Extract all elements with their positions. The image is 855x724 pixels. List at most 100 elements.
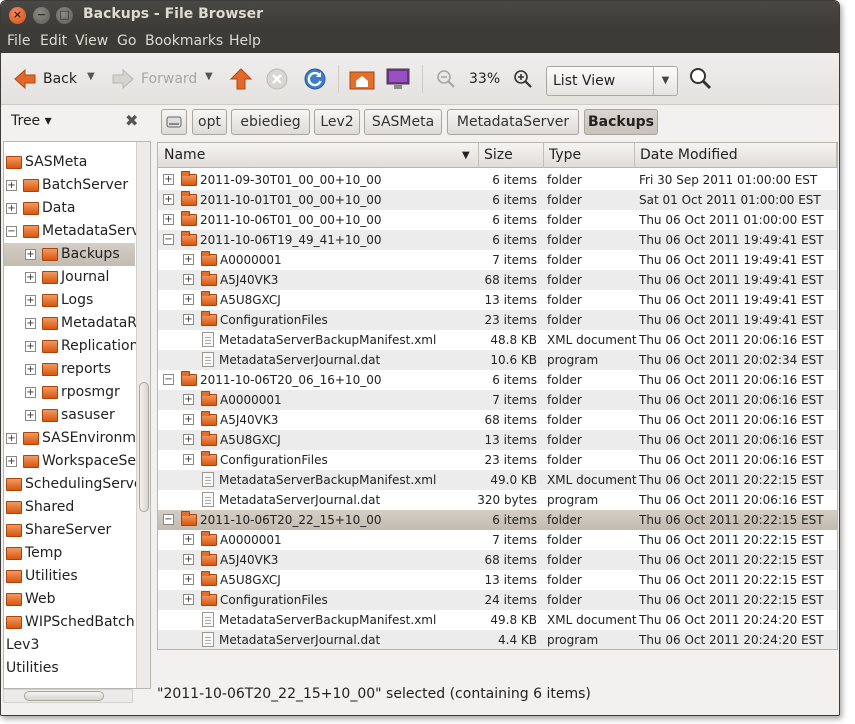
tree-sidebar[interactable]: SASMeta + BatchServer + Data − MetadataServ + Ba… <box>3 141 151 689</box>
menu-help[interactable]: Help <box>229 33 261 49</box>
file-row[interactable]: + A5U8GXCJ 13 items folder Thu 06 Oct 2011 2… <box>158 430 837 450</box>
forward-button[interactable]: Forward <box>111 66 197 92</box>
file-row[interactable]: +2011-10-06T01_00_00+10_00 6 items folder T… <box>158 210 837 230</box>
file-row[interactable]: + ConfigurationFiles 23 items folder Thu 06 … <box>158 450 837 470</box>
sidebar-view-selector[interactable]: Tree ▾ <box>11 113 52 129</box>
expand-icon[interactable]: + <box>25 387 36 398</box>
maximize-window-button[interactable]: □ <box>56 7 73 24</box>
file-row[interactable]: + ConfigurationFiles 23 items folder Thu 06 … <box>158 310 837 330</box>
expand-icon[interactable]: + <box>183 434 194 445</box>
path-crumb-lev2[interactable]: Lev2 <box>314 109 360 135</box>
file-row[interactable]: + A5U8GXCJ 13 items folder Thu 06 Oct 2011 2… <box>158 570 837 590</box>
back-button[interactable]: Back <box>13 66 77 92</box>
expand-icon[interactable]: + <box>183 534 194 545</box>
expand-icon[interactable]: + <box>25 272 36 283</box>
file-row[interactable]: + A5J40VK3 68 items folder Thu 06 Oct 2011 2… <box>158 550 837 570</box>
expand-icon[interactable]: + <box>183 314 194 325</box>
expand-icon[interactable]: + <box>183 594 194 605</box>
collapse-icon[interactable]: − <box>163 234 174 245</box>
folder-icon <box>201 431 217 446</box>
expand-icon[interactable]: + <box>6 456 17 467</box>
file-row[interactable]: MetadataServerJournal.dat 4.4 KB program Th… <box>158 630 837 649</box>
collapse-icon[interactable]: − <box>6 226 17 237</box>
view-mode-select[interactable]: List View ▼ <box>546 66 678 96</box>
file-row[interactable]: MetadataServerBackupManifest.xml 49.8 KB X… <box>158 610 837 630</box>
zoom-out-button[interactable] <box>436 66 456 92</box>
collapse-icon[interactable]: − <box>163 514 174 525</box>
close-window-button[interactable]: × <box>9 7 26 24</box>
sidebar-item[interactable]: + Backups <box>4 243 135 266</box>
file-row[interactable]: − 2011-10-06T19_49_41+10_00 6 items folder T… <box>158 230 837 250</box>
expand-icon[interactable]: + <box>6 180 17 191</box>
expand-icon[interactable]: + <box>183 454 194 465</box>
sidebar-vertical-scrollbar[interactable] <box>136 142 150 688</box>
sidebar-scroll-thumb[interactable] <box>139 382 149 512</box>
file-row[interactable]: + A5U8GXCJ 13 items folder Thu 06 Oct 2011 1… <box>158 290 837 310</box>
expand-icon[interactable]: + <box>25 295 36 306</box>
expand-icon[interactable]: + <box>183 294 194 305</box>
file-row[interactable]: MetadataServerBackupManifest.xml 49.0 KB X… <box>158 470 837 490</box>
file-row[interactable]: + A0000001 7 items folder Thu 06 Oct 2011 20… <box>158 530 837 550</box>
column-header-type[interactable]: Type <box>549 147 581 163</box>
expand-icon[interactable]: + <box>163 214 174 225</box>
expand-icon[interactable]: + <box>25 364 36 375</box>
path-crumb-backups[interactable]: Backups <box>584 109 658 135</box>
menu-file[interactable]: File <box>7 33 30 49</box>
expand-icon[interactable]: + <box>6 433 17 444</box>
collapse-icon[interactable]: − <box>163 374 174 385</box>
file-row[interactable]: +2011-10-01T01_00_00+10_00 6 items folder S… <box>158 190 837 210</box>
expand-icon[interactable]: + <box>163 174 174 185</box>
file-row[interactable]: − 2011-10-06T20_06_16+10_00 6 items folder T… <box>158 370 837 390</box>
column-header-modified[interactable]: Date Modified <box>640 147 738 163</box>
stop-button[interactable] <box>266 66 288 92</box>
path-crumb-metadataserver[interactable]: MetadataServer <box>447 109 579 135</box>
file-row[interactable]: + A0000001 7 items folder Thu 06 Oct 2011 19… <box>158 250 837 270</box>
file-row[interactable]: + A5J40VK3 68 items folder Thu 06 Oct 2011 1… <box>158 270 837 290</box>
expand-icon[interactable]: + <box>183 394 194 405</box>
path-crumb-ebiedieg[interactable]: ebiedieg <box>231 109 310 135</box>
zoom-level[interactable]: 33% <box>469 66 500 92</box>
search-button[interactable] <box>689 66 713 92</box>
expand-icon[interactable]: + <box>25 341 36 352</box>
menu-go[interactable]: Go <box>117 33 136 49</box>
expand-icon[interactable]: + <box>25 249 36 260</box>
file-row[interactable]: + ConfigurationFiles 24 items folder Thu 06 … <box>158 590 837 610</box>
expand-icon[interactable]: + <box>6 203 17 214</box>
back-history-dropdown-icon[interactable]: ▼ <box>87 71 95 82</box>
column-header-size[interactable]: Size <box>484 147 513 163</box>
menu-bookmarks[interactable]: Bookmarks <box>145 33 223 49</box>
file-row[interactable]: +2011-09-30T01_00_00+10_00 6 items folder F… <box>158 170 837 190</box>
minimize-window-button[interactable]: − <box>33 7 50 24</box>
file-row[interactable]: + A5J40VK3 68 items folder Thu 06 Oct 2011 2… <box>158 410 837 430</box>
reload-button[interactable] <box>303 66 327 92</box>
expand-icon[interactable]: + <box>183 554 194 565</box>
expand-icon[interactable]: + <box>163 194 174 205</box>
column-header-name[interactable]: Name <box>164 147 205 163</box>
file-row[interactable]: + A0000001 7 items folder Thu 06 Oct 2011 20… <box>158 390 837 410</box>
file-row[interactable]: MetadataServerBackupManifest.xml 48.8 KB X… <box>158 330 837 350</box>
path-crumb-opt[interactable]: opt <box>192 109 227 135</box>
close-sidebar-icon[interactable]: ✖ <box>125 111 138 130</box>
zoom-in-button[interactable] <box>513 66 533 92</box>
forward-history-dropdown-icon[interactable]: ▼ <box>205 71 213 82</box>
expand-icon[interactable]: + <box>183 414 194 425</box>
home-button[interactable] <box>349 66 375 92</box>
path-crumb-sasmeta[interactable]: SASMeta <box>364 109 442 135</box>
file-row[interactable]: MetadataServerJournal.dat 10.6 KB program T… <box>158 350 837 370</box>
menu-edit[interactable]: Edit <box>40 33 67 49</box>
expand-icon[interactable]: + <box>183 574 194 585</box>
file-name: MetadataServerBackupManifest.xml <box>219 473 437 487</box>
expand-icon[interactable]: + <box>25 318 36 329</box>
expand-icon[interactable]: + <box>183 274 194 285</box>
file-row[interactable]: MetadataServerJournal.dat 320 bytes progra… <box>158 490 837 510</box>
file-row[interactable]: − 2011-10-06T20_22_15+10_00 6 items folder T… <box>158 510 837 530</box>
path-toggle-button[interactable] <box>161 109 187 135</box>
sidebar-hscroll-thumb[interactable] <box>24 691 104 701</box>
file-name: A5U8GXCJ <box>220 433 281 447</box>
menu-view[interactable]: View <box>75 33 108 49</box>
expand-icon[interactable]: + <box>183 254 194 265</box>
expand-icon[interactable]: + <box>25 410 36 421</box>
sidebar-horizontal-scrollbar[interactable] <box>3 689 133 703</box>
computer-button[interactable] <box>385 66 411 92</box>
up-button[interactable] <box>230 66 252 92</box>
